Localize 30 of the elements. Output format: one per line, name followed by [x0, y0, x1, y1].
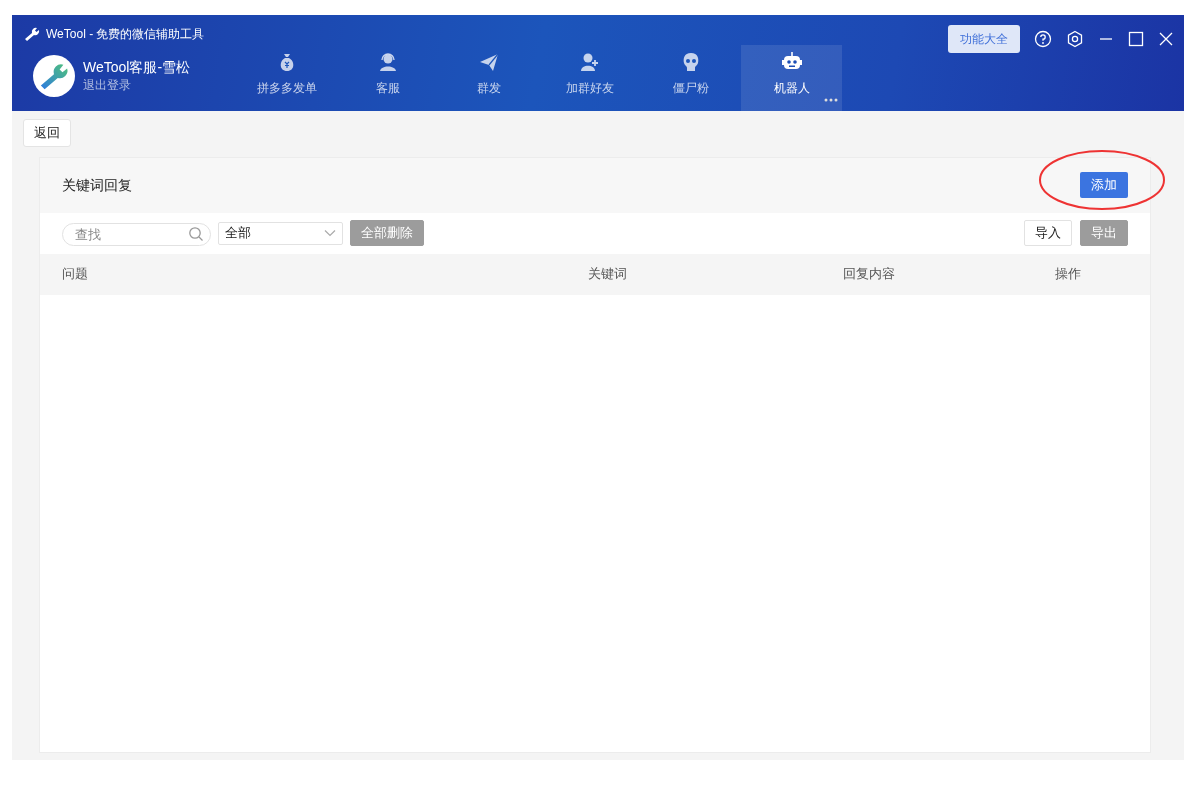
column-header: 回复内容	[843, 265, 896, 284]
add-button[interactable]: 添加	[1080, 172, 1128, 198]
account-name: WeTool客服-雪松	[83, 58, 191, 76]
column-header: 关键词	[588, 265, 628, 284]
maximize-icon[interactable]	[1128, 31, 1144, 47]
nav-tab[interactable]: 加群好友	[539, 45, 640, 111]
toolbar-button[interactable]: 导入	[1024, 220, 1072, 246]
search-field[interactable]: 查找	[62, 222, 211, 246]
nav-tab[interactable]: 拼多多发单	[236, 45, 337, 111]
help-icon[interactable]	[1034, 30, 1052, 48]
column-header: 操作	[1055, 265, 1082, 284]
chevron-icon	[324, 229, 336, 237]
panel-title: 关键词回复	[62, 175, 132, 195]
app-logo-icon	[33, 55, 75, 97]
settings-icon[interactable]	[1066, 30, 1084, 48]
nav-tab[interactable]: 僵尸粉	[640, 45, 741, 111]
window-title: WeTool - 免费的微信辅助工具	[46, 26, 205, 43]
add-user-icon	[578, 51, 601, 73]
nav-tab[interactable]: 客服	[337, 45, 438, 111]
filter-dropdown[interactable]: 全部	[218, 221, 343, 245]
search-icon	[188, 225, 204, 242]
close-icon[interactable]	[1158, 31, 1174, 47]
wrench-icon	[24, 27, 40, 41]
logout-link[interactable]: 退出登录	[83, 76, 191, 94]
nav-tab[interactable]: 群发	[438, 45, 539, 111]
column-header: 问题	[62, 265, 89, 284]
more-icon[interactable]	[824, 98, 838, 102]
feature-list-button[interactable]: 功能大全	[948, 25, 1020, 53]
back-button[interactable]: 返回	[23, 119, 71, 147]
nav-tab[interactable]: 机器人	[741, 45, 842, 111]
